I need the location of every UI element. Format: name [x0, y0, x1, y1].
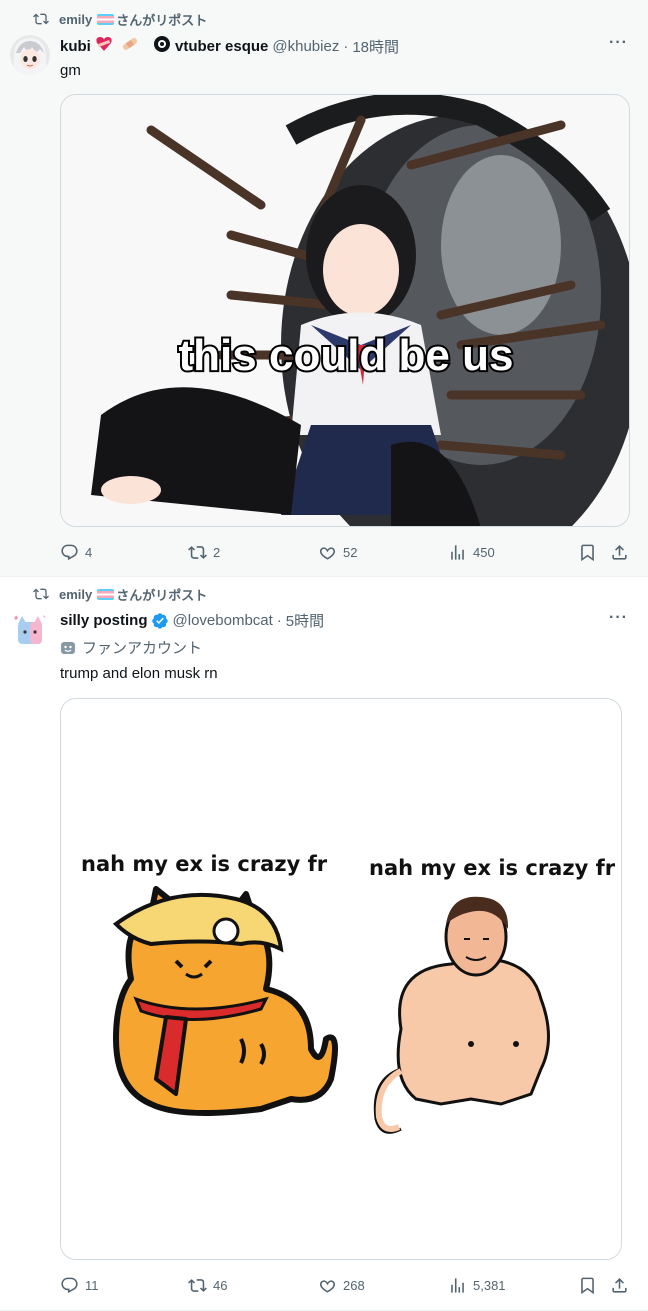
reply-count: 4	[85, 545, 93, 560]
post-1[interactable]: emily さんがリポスト kubi vtuber esque @khubiez…	[0, 0, 648, 577]
bookmark-button[interactable]	[578, 1276, 597, 1295]
views-count: 450	[473, 545, 495, 560]
separator-dot: ·	[276, 612, 282, 629]
views-icon	[451, 1278, 464, 1293]
action-bar: 4 2 52 450	[60, 543, 635, 563]
trans-flag-icon	[97, 13, 115, 25]
views-button[interactable]: 450	[448, 543, 495, 562]
more-icon[interactable]: ···	[609, 609, 628, 627]
fan-account-icon	[61, 641, 75, 654]
author-handle[interactable]: @lovebombcat	[173, 612, 273, 629]
post-media[interactable]: nah my ex is crazy fr nah my ex is crazy…	[60, 698, 622, 1260]
bookmark-icon	[581, 544, 594, 562]
repost-indicator[interactable]: emily さんがリポスト	[33, 10, 208, 29]
meme-caption: this could be us	[179, 331, 514, 380]
repost-icon	[188, 546, 207, 559]
author-emoji	[95, 35, 171, 57]
repost-button[interactable]: 2	[188, 543, 220, 562]
avatar-image	[10, 610, 50, 650]
reply-icon	[61, 1277, 78, 1294]
bookmark-icon	[581, 1277, 594, 1295]
repost-user[interactable]: emily	[59, 587, 92, 602]
share-icon	[612, 1278, 627, 1293]
share-button[interactable]	[610, 543, 629, 562]
reply-button[interactable]: 11	[60, 1276, 99, 1295]
repost-user[interactable]: emily	[59, 12, 92, 27]
post-text: trump and elon musk rn	[60, 665, 218, 682]
like-count: 52	[343, 545, 358, 560]
post-header: silly posting @lovebombcat · 5時間	[60, 610, 324, 631]
reply-count: 11	[85, 1278, 99, 1293]
like-icon	[319, 547, 336, 560]
action-bar: 11 46 268 5,381	[60, 1276, 635, 1296]
repost-button[interactable]: 46	[188, 1276, 227, 1295]
meme-image: this could be us	[61, 95, 629, 526]
account-label-text: ファンアカウント	[82, 639, 203, 657]
separator-dot: ·	[343, 37, 349, 55]
views-button[interactable]: 5,381	[448, 1276, 506, 1295]
meme-image: nah my ex is crazy fr nah my ex is crazy…	[61, 699, 621, 1259]
repost-icon	[188, 1279, 207, 1292]
verified-badge-icon[interactable]	[151, 612, 169, 630]
reply-icon	[61, 544, 78, 561]
post-header: kubi vtuber esque @khubiez · 18時間	[60, 35, 399, 57]
author-handle[interactable]: @khubiez	[272, 38, 339, 55]
author-name[interactable]: kubi	[60, 38, 91, 55]
repost-icon	[33, 13, 49, 25]
trans-flag-icon	[97, 588, 115, 600]
repost-count: 46	[213, 1278, 228, 1293]
repost-suffix: さんがリポスト	[116, 13, 208, 29]
avatar[interactable]	[10, 35, 50, 75]
like-count: 268	[343, 1278, 365, 1293]
heart-bandage-icon	[96, 36, 137, 51]
avatar[interactable]	[10, 610, 50, 650]
account-label: ファンアカウント	[60, 637, 202, 658]
repost-icon	[33, 588, 49, 600]
share-button[interactable]	[610, 1276, 629, 1295]
share-icon	[612, 545, 627, 560]
post-media[interactable]: this could be us	[60, 94, 630, 527]
views-icon	[451, 545, 464, 560]
author-name-2[interactable]: vtuber esque	[175, 38, 268, 55]
more-icon[interactable]: ···	[609, 34, 628, 52]
repost-suffix: さんがリポスト	[116, 588, 208, 604]
eye-icon	[154, 36, 171, 52]
post-time[interactable]: 5時間	[286, 610, 324, 631]
post-time[interactable]: 18時間	[352, 36, 399, 57]
left-caption: nah my ex is crazy fr	[81, 852, 328, 876]
right-caption: nah my ex is crazy fr	[369, 856, 616, 880]
post-text: gm	[60, 62, 81, 79]
views-count: 5,381	[473, 1278, 506, 1293]
like-button[interactable]: 52	[318, 543, 357, 562]
post-2[interactable]: emily さんがリポスト silly posting @lovebombcat…	[0, 578, 648, 1311]
repost-indicator[interactable]: emily さんがリポスト	[33, 585, 208, 604]
author-name[interactable]: silly posting	[60, 612, 148, 629]
like-icon	[319, 1280, 336, 1293]
repost-count: 2	[213, 545, 221, 560]
avatar-image	[10, 35, 50, 75]
bookmark-button[interactable]	[578, 543, 597, 562]
like-button[interactable]: 268	[318, 1276, 365, 1295]
reply-button[interactable]: 4	[60, 543, 92, 562]
